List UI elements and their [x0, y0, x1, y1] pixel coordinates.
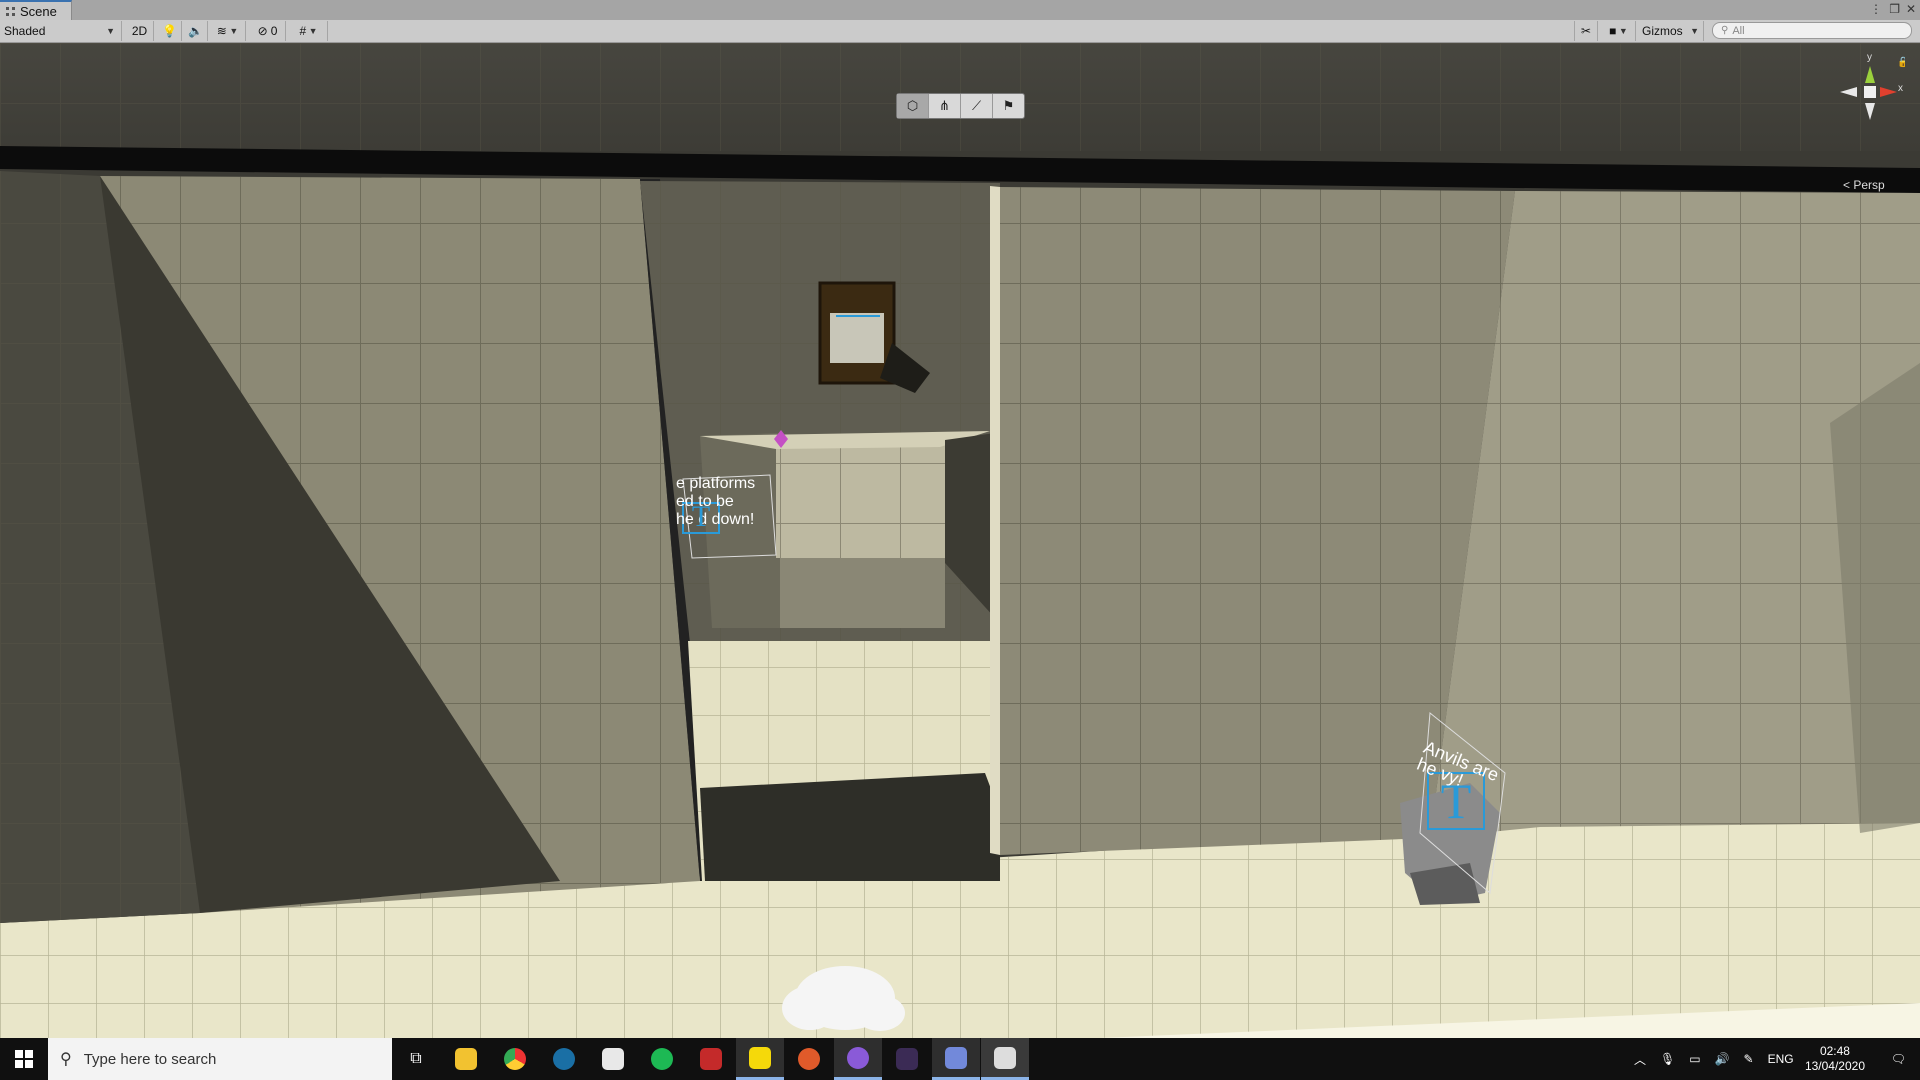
editor-tab-bar: Scene ⋮ ❐ ✕	[0, 0, 1920, 21]
chevron-down-icon: ▼	[226, 26, 239, 36]
effects-icon: ≋	[216, 24, 227, 38]
microphone-icon[interactable]: 🎙	[1660, 1052, 1675, 1066]
sticky-notes-app[interactable]	[736, 1038, 784, 1080]
more-options-icon[interactable]: ⋮	[1870, 2, 1882, 16]
search-icon: ⚲	[1721, 25, 1729, 36]
discord-app[interactable]	[932, 1038, 980, 1080]
shading-mode-dropdown[interactable]: Shaded ▼	[0, 21, 122, 41]
wrench-icon: ✂	[1580, 24, 1592, 38]
gizmos-label: Gizmos	[1642, 24, 1683, 38]
scene-grid-icon	[6, 6, 15, 16]
sticky-notes-icon	[749, 1046, 771, 1069]
chrome-app[interactable]	[491, 1038, 539, 1080]
red-app[interactable]	[687, 1038, 735, 1080]
volume-icon[interactable]: 🔊	[1715, 1052, 1730, 1066]
purple-app[interactable]	[834, 1038, 882, 1080]
unity-hub-icon	[602, 1048, 624, 1070]
lighting-toggle[interactable]: 💡	[158, 21, 182, 41]
taskbar-search-input[interactable]: ⚲ Type here to search	[48, 1038, 392, 1080]
chevron-down-icon: ▼	[306, 26, 318, 36]
grid-icon: #	[299, 24, 307, 38]
clock-date: 13/04/2020	[1804, 1059, 1865, 1073]
lock-icon[interactable]: 🔒	[1897, 56, 1905, 68]
shading-mode-label: Shaded	[4, 24, 46, 38]
spotify-app[interactable]	[638, 1038, 686, 1080]
close-icon[interactable]: ✕	[1906, 2, 1916, 16]
network-icon[interactable]: ▭	[1689, 1052, 1700, 1066]
toggle-2d-button[interactable]: 2D	[126, 21, 154, 41]
red-app-icon	[700, 1048, 722, 1070]
toggle-2d-label: 2D	[131, 24, 148, 38]
projection-label: Persp	[1853, 178, 1885, 192]
system-tray: ︿ 🎙 ▭ 🔊 ✎ ENG	[1634, 1038, 1794, 1080]
chevron-up-icon[interactable]: ︿	[1634, 1051, 1646, 1068]
windows-logo-icon	[15, 1050, 33, 1068]
flag-tool-icon[interactable]: ⚑	[993, 94, 1024, 118]
tools-toggle[interactable]: ✂	[1574, 21, 1598, 41]
cube-tool-icon[interactable]: ⬡	[897, 94, 929, 118]
notifications-button[interactable]: 🗨	[1891, 1038, 1906, 1080]
chevron-left-icon: <	[1843, 178, 1851, 192]
text-gizmo-icon: T	[1440, 773, 1472, 829]
chevron-down-icon: ▼	[1616, 26, 1628, 36]
steam-app[interactable]	[540, 1038, 588, 1080]
discord-icon	[945, 1046, 967, 1069]
chrome-icon	[504, 1048, 526, 1070]
unity-hub-app[interactable]	[589, 1038, 637, 1080]
orange-app[interactable]	[785, 1038, 833, 1080]
notification-icon: 🗨	[1890, 1052, 1906, 1066]
folder-icon	[455, 1048, 477, 1070]
lightbulb-icon: 💡	[162, 24, 177, 38]
clock[interactable]: 02:48 13/04/2020	[1805, 1044, 1865, 1074]
chevron-down-icon: ▼	[1690, 26, 1699, 36]
gizmos-dropdown[interactable]: Gizmos ▼	[1638, 21, 1704, 41]
camera-icon: ■	[1609, 24, 1617, 38]
projection-toggle[interactable]: < Persp	[1843, 178, 1885, 192]
search-placeholder: All	[1732, 24, 1745, 37]
text-gizmo-icon: T	[691, 500, 711, 533]
axis-y-label: y	[1867, 52, 1872, 63]
grid-dropdown[interactable]: # ▼	[290, 21, 328, 41]
aseprite-app[interactable]	[883, 1038, 931, 1080]
task-view-icon: ⧉	[410, 1050, 422, 1067]
purple-app-icon	[847, 1046, 869, 1069]
audio-toggle[interactable]: 🔈	[184, 21, 208, 41]
search-icon: ⚲	[60, 1051, 72, 1068]
tab-scene-label: Scene	[20, 3, 57, 19]
edit-tool-icon[interactable]: ⟋	[961, 94, 993, 118]
scene-viewport[interactable]: e platforms ed to be he d down! Anvils a…	[0, 43, 1920, 1038]
hierarchy-search-input[interactable]: ⚲ All	[1712, 22, 1912, 39]
file-explorer-app[interactable]	[442, 1038, 490, 1080]
hidden-count: 0	[270, 24, 278, 38]
start-button[interactable]	[0, 1038, 48, 1080]
orange-app-icon	[798, 1048, 820, 1070]
sign-left-line: e platforms	[676, 475, 756, 492]
unity-icon	[994, 1046, 1016, 1069]
pivot-tool-icon[interactable]: ⋔	[929, 94, 961, 118]
speaker-icon: 🔈	[188, 24, 203, 38]
chevron-down-icon: ▼	[106, 26, 115, 36]
language-indicator[interactable]: ENG	[1768, 1052, 1794, 1066]
tab-scene[interactable]: Scene	[0, 0, 72, 20]
steam-icon	[553, 1048, 575, 1070]
unity-app[interactable]	[981, 1038, 1029, 1080]
spotify-icon	[651, 1048, 673, 1070]
eye-off-icon: ⊘	[257, 24, 268, 38]
effects-dropdown[interactable]: ≋ ▼	[210, 21, 246, 41]
scene-render	[0, 43, 1920, 1038]
maximize-icon[interactable]: ❐	[1889, 2, 1900, 16]
task-view-button[interactable]: ⧉	[392, 1038, 440, 1080]
aseprite-icon	[896, 1048, 918, 1070]
scene-toolbar: Shaded ▼ 2D 💡 🔈 ≋ ▼ ⊘ 0 # ▼ ✂ ■ ▼ Gizmos …	[0, 20, 1920, 43]
taskbar-search-placeholder: Type here to search	[83, 1050, 217, 1068]
windows-taskbar: ⚲ Type here to search ⧉ ︿ 🎙 ▭ 🔊 ✎ ENG 02…	[0, 1038, 1920, 1080]
axis-x-label: x	[1898, 83, 1903, 94]
pen-icon[interactable]: ✎	[1744, 1052, 1754, 1066]
orientation-gizmo[interactable]: y x 🔒	[1835, 48, 1905, 138]
clock-time: 02:48	[1819, 1044, 1850, 1058]
hidden-objects-toggle[interactable]: ⊘ 0	[250, 21, 286, 41]
camera-dropdown[interactable]: ■ ▼	[1602, 21, 1636, 41]
scene-tools-overlay: ⬡ ⋔ ⟋ ⚑	[896, 93, 1025, 119]
